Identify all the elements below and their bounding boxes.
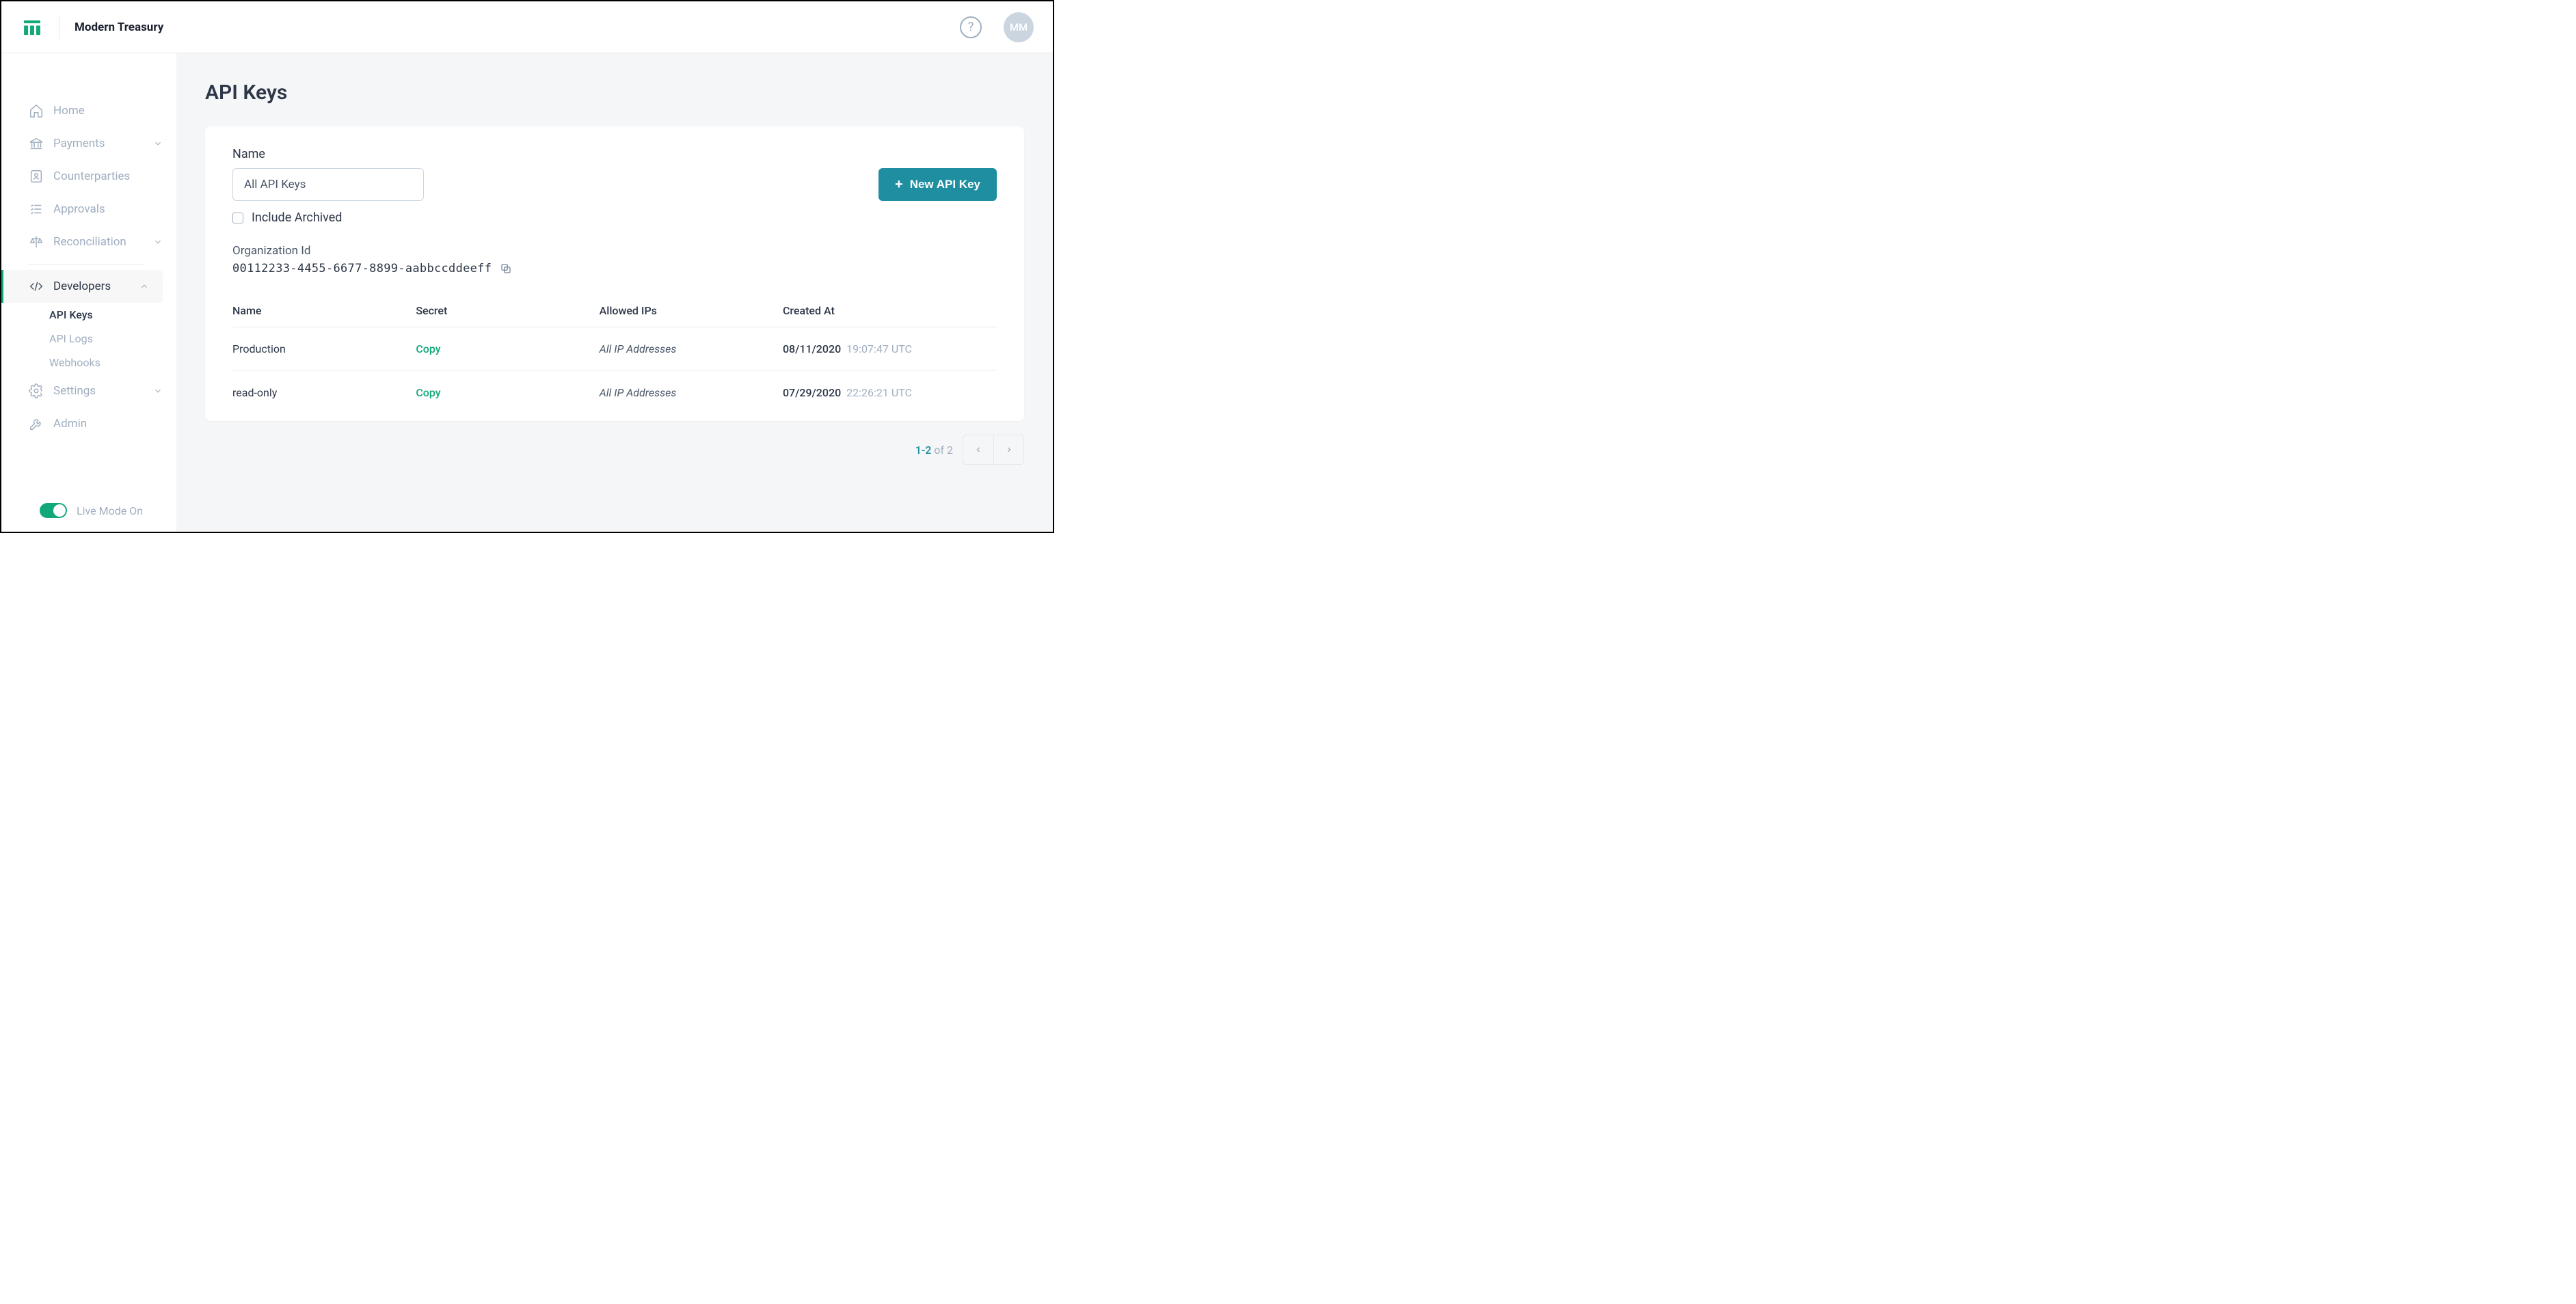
sidebar-item-developers[interactable]: Developers [1,270,163,303]
cell-created-at: 08/11/2020 19:07:47 UTC [783,327,997,371]
checklist-icon [29,202,44,217]
org-id-value: 00112233-4455-6677-8899-aabbccddeeff [232,262,492,275]
filter-left: Name All API Keys [232,147,424,201]
wrench-icon [29,416,44,431]
cell-allowed-ips: All IP Addresses [600,342,677,355]
header-left: Modern Treasury [21,16,163,39]
sidebar-item-label: Payments [53,137,105,150]
sidebar-item-reconciliation[interactable]: Reconciliation [1,226,176,258]
include-archived-label: Include Archived [252,210,342,225]
subnav-item-webhooks[interactable]: Webhooks [49,351,176,375]
copy-icon[interactable] [500,262,512,275]
created-date: 07/29/2020 [783,386,841,399]
page-title: API Keys [205,81,1024,105]
live-mode-toggle[interactable] [40,503,67,518]
table-row[interactable]: Production Copy All IP Addresses 08/11/2… [232,327,997,371]
copy-secret-link[interactable]: Copy [416,386,440,399]
chevron-left-icon [974,446,982,454]
sidebar-item-home[interactable]: Home [1,94,176,127]
sidebar-item-payments[interactable]: Payments [1,127,176,160]
plus-icon: + [895,178,903,191]
cell-created-at: 07/29/2020 22:26:21 UTC [783,371,997,415]
header-right: ? MM [960,12,1034,42]
subnav-item-api-keys[interactable]: API Keys [49,303,176,327]
chevron-up-icon [139,282,149,291]
col-header-secret: Secret [416,295,599,327]
chevron-down-icon [153,139,163,148]
bank-icon [29,136,44,151]
pager [963,435,1024,465]
sidebar-item-settings[interactable]: Settings [1,375,176,407]
main-content: API Keys Name All API Keys + New API Key… [176,53,1053,532]
created-date: 08/11/2020 [783,342,841,355]
api-keys-table: Name Secret Allowed IPs Created At Produ… [232,295,997,414]
include-archived-checkbox[interactable] [232,213,243,223]
pagination: 1-2 of 2 [205,435,1024,465]
cell-name: read-only [232,371,416,415]
org-id-label: Organization Id [232,244,997,258]
sidebar-item-approvals[interactable]: Approvals [1,193,176,226]
scale-icon [29,234,44,249]
chevron-down-icon [153,237,163,247]
pagination-range: 1-2 [915,444,932,457]
pagination-of: of [931,444,947,457]
pagination-text: 1-2 of 2 [915,444,953,457]
filter-name-label: Name [232,147,424,161]
pager-prev-button[interactable] [963,435,993,464]
sidebar-item-label: Home [53,104,85,118]
created-time: 22:26:21 UTC [846,386,912,399]
org-id-row: 00112233-4455-6677-8899-aabbccddeeff [232,262,997,275]
col-header-name: Name [232,295,416,327]
filter-row: Name All API Keys + New API Key [232,147,997,201]
nav: Home Payments Counterparties [1,94,176,489]
name-filter-select[interactable]: All API Keys [232,168,424,201]
sidebar-item-label: Admin [53,417,87,431]
brand-name: Modern Treasury [75,21,163,34]
pagination-total: 2 [947,444,953,457]
live-mode-row: Live Mode On [1,489,176,532]
sidebar-item-label: Settings [53,384,96,398]
copy-secret-link[interactable]: Copy [416,342,440,355]
logo[interactable] [21,16,44,39]
chevron-right-icon [1005,446,1013,454]
sidebar-item-counterparties[interactable]: Counterparties [1,160,176,193]
table-row[interactable]: read-only Copy All IP Addresses 07/29/20… [232,371,997,415]
sidebar-item-label: Approvals [53,202,105,216]
pager-next-button[interactable] [993,435,1023,464]
sidebar-item-label: Developers [53,280,111,293]
avatar[interactable]: MM [1004,12,1034,42]
sidebar-item-label: Counterparties [53,169,130,183]
sidebar-item-label: Reconciliation [53,235,126,249]
name-filter-value: All API Keys [244,178,306,191]
live-mode-label: Live Mode On [77,504,143,517]
logo-icon [21,16,44,39]
col-header-allowed-ips: Allowed IPs [600,295,783,327]
new-api-key-label: New API Key [910,178,980,191]
cell-allowed-ips: All IP Addresses [600,386,677,399]
col-header-created-at: Created At [783,295,997,327]
sidebar-item-admin[interactable]: Admin [1,407,176,440]
home-icon [29,103,44,118]
header: Modern Treasury ? MM [1,1,1053,53]
subnav-item-api-logs[interactable]: API Logs [49,327,176,351]
created-time: 19:07:47 UTC [846,342,912,355]
new-api-key-button[interactable]: + New API Key [878,168,997,201]
developers-subnav: API Keys API Logs Webhooks [1,303,176,375]
api-keys-card: Name All API Keys + New API Key Include … [205,126,1024,421]
help-icon[interactable]: ? [960,16,982,38]
code-icon [29,279,44,294]
contact-icon [29,169,44,184]
include-archived-row: Include Archived [232,210,997,225]
sidebar: Home Payments Counterparties [1,53,176,532]
gear-icon [29,383,44,398]
chevron-down-icon [153,386,163,396]
cell-name: Production [232,327,416,371]
